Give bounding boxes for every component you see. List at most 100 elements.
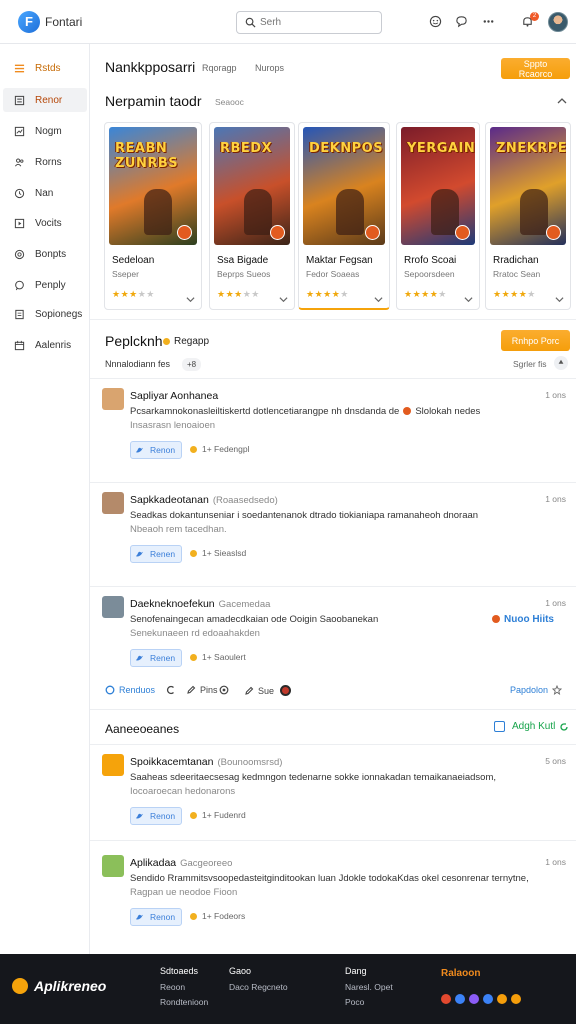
card-expand-chevron-icon[interactable] <box>555 291 564 303</box>
search-input[interactable] <box>260 17 370 28</box>
action-rounds[interactable]: Renduos <box>105 685 155 695</box>
social-icon[interactable] <box>441 994 451 1004</box>
post-author-name: Sapliyar Aonhanea <box>130 390 219 402</box>
users-icon <box>13 156 25 168</box>
action-pins[interactable]: Pins <box>166 685 218 695</box>
action-mention[interactable] <box>219 685 233 695</box>
trending-icon <box>13 125 25 137</box>
sidebar-item-2[interactable]: Renor <box>3 88 87 112</box>
like-button[interactable]: Renen <box>130 649 183 667</box>
post-tag[interactable]: Nuoo Hiits <box>492 614 554 625</box>
post-avatar[interactable] <box>102 754 124 776</box>
post-reactions[interactable]: 1+ Fedengpl <box>190 444 250 454</box>
game-card[interactable]: REABN ZUNRBS Sedeloan Sseper ★★★★★ <box>104 122 202 310</box>
game-card[interactable]: DEKNPOS Maktar Fegsan Fedor Soaeas ★★★★★ <box>298 122 390 310</box>
announce-divider <box>90 709 576 710</box>
tab-featured-2[interactable]: Nurops <box>255 63 284 73</box>
social-icon[interactable] <box>455 994 465 1004</box>
bird-icon <box>135 655 144 661</box>
square-icon <box>494 721 505 732</box>
post-time: 1 ons <box>545 390 566 400</box>
collapse-chevron-icon[interactable] <box>557 96 567 106</box>
sidebar-item-9[interactable]: Sopionegs <box>3 302 87 326</box>
footer-link[interactable]: Daco Regcneto <box>229 982 288 992</box>
post-reactions[interactable]: 1+ Saoulert <box>190 652 246 662</box>
card-expand-chevron-icon[interactable] <box>279 291 288 303</box>
social-icon[interactable] <box>497 994 507 1004</box>
game-card[interactable]: YERGAIN Rrofo Scoai Sepoorsdeen ★★★★★ <box>396 122 480 310</box>
footer-column-heading: Sdtoaeds <box>160 966 199 976</box>
footer-link[interactable]: Poco <box>345 997 364 1007</box>
social-icon[interactable] <box>511 994 521 1004</box>
action-rounds-label: Renduos <box>119 685 156 695</box>
post-avatar[interactable] <box>102 596 124 618</box>
sort-icon[interactable] <box>554 356 568 370</box>
footer-link[interactable]: Rondtenioon <box>160 997 208 1007</box>
post-author[interactable]: Daekneknoefekun Gacemedaa <box>130 598 270 610</box>
post-avatar[interactable] <box>102 855 124 877</box>
list-icon <box>13 94 25 106</box>
like-button[interactable]: Renon <box>130 441 183 459</box>
app-logo[interactable]: F Fontari <box>18 10 82 33</box>
posts-action-button[interactable]: Rnhpo Porc <box>501 330 570 351</box>
post-author[interactable]: Aplikadaa Gacgeoreeo <box>130 857 232 869</box>
pencil-icon <box>245 686 254 695</box>
sidebar-item-6[interactable]: Vocits <box>3 211 87 235</box>
post-author[interactable]: Sapliyar Aonhanea <box>130 390 218 402</box>
sort-label[interactable]: Sgrler fis <box>513 359 547 369</box>
social-icon[interactable] <box>469 994 479 1004</box>
post-body-text: Seadkas dokantunseniar i soedantenanok d… <box>130 510 479 521</box>
sidebar-item-5[interactable]: Nan <box>3 181 87 205</box>
sidebar-item-7[interactable]: Bonpts <box>3 242 87 266</box>
emoji-icon[interactable] <box>428 14 442 28</box>
game-rating-stars: ★★★★★ <box>306 289 349 299</box>
post-time: 1 ons <box>545 598 566 608</box>
post-author-handle: Gacemedaa <box>218 599 271 610</box>
like-button[interactable]: Renon <box>130 807 183 825</box>
reaction-label: 1+ Fedengpl <box>202 444 250 454</box>
sidebar-item-1[interactable]: Rstds <box>3 56 87 80</box>
social-icon[interactable] <box>483 994 493 1004</box>
post-reactions[interactable]: 1+ Sieaslsd <box>190 548 246 558</box>
filter-label[interactable]: Nnnalodiann fes <box>105 359 170 369</box>
footer-link[interactable]: Reoon <box>160 982 185 992</box>
action-papdolon[interactable]: Papdolon <box>510 685 563 695</box>
post-body-line: Pcsarkamnokonasleiltiskertd dotlencetiar… <box>130 405 560 419</box>
card-expand-chevron-icon[interactable] <box>464 291 473 303</box>
action-sue[interactable]: Sue <box>244 685 292 696</box>
like-button[interactable]: Renon <box>130 908 183 926</box>
post-author-name: Aplikadaa <box>130 857 177 869</box>
game-cover-title: ZNEKRPES <box>496 141 566 156</box>
footer-highlight[interactable]: Ralaoon <box>441 968 480 979</box>
like-button-label: Renon <box>150 912 176 922</box>
game-card[interactable]: RBEDX Ssa Bigade Beprps Sueos ★★★★★ <box>209 122 295 310</box>
tab-featured-1[interactable]: Rqoragp <box>202 63 237 73</box>
user-avatar[interactable] <box>548 12 568 32</box>
sidebar-item-8[interactable]: Penply <box>3 273 87 297</box>
post-body: Sendido Rrammitsvsoopedasteitginditookan… <box>130 872 560 900</box>
like-button[interactable]: Renen <box>130 545 183 563</box>
more-icon[interactable] <box>481 14 495 28</box>
featured-action-button[interactable]: Sppto Rcaorco <box>501 58 570 79</box>
sidebar-item-10[interactable]: Aalenris <box>3 333 87 357</box>
clock-icon <box>13 187 25 199</box>
post-author[interactable]: Sapkkadeotanan (Roaasedsedo) <box>130 494 278 506</box>
announcements-action[interactable]: Adgh Kutl <box>494 721 569 732</box>
like-button-label: Renen <box>150 549 176 559</box>
post-avatar[interactable] <box>102 388 124 410</box>
sidebar-item-3[interactable]: Nogm <box>3 119 87 143</box>
sidebar-item-label: Nogm <box>35 125 62 137</box>
search-box[interactable] <box>236 11 382 34</box>
post-reactions[interactable]: 1+ Fodeors <box>190 911 245 921</box>
card-expand-chevron-icon[interactable] <box>374 291 383 303</box>
game-card[interactable]: ZNEKRPES Rradichan Rratoc Sean ★★★★★ <box>485 122 571 310</box>
chat-bubble-icon[interactable] <box>454 14 468 28</box>
reaction-avatar <box>280 685 292 696</box>
sidebar-item-4[interactable]: Rorns <box>3 150 87 174</box>
footer-logo[interactable]: Aplikreneo <box>12 978 106 994</box>
post-author[interactable]: Spoikkacemtanan (Bounoomsrsd) <box>130 756 282 768</box>
post-avatar[interactable] <box>102 492 124 514</box>
card-expand-chevron-icon[interactable] <box>186 291 195 303</box>
post-reactions[interactable]: 1+ Fudenrd <box>190 810 246 820</box>
footer-link[interactable]: Naresl. Opet <box>345 982 393 992</box>
